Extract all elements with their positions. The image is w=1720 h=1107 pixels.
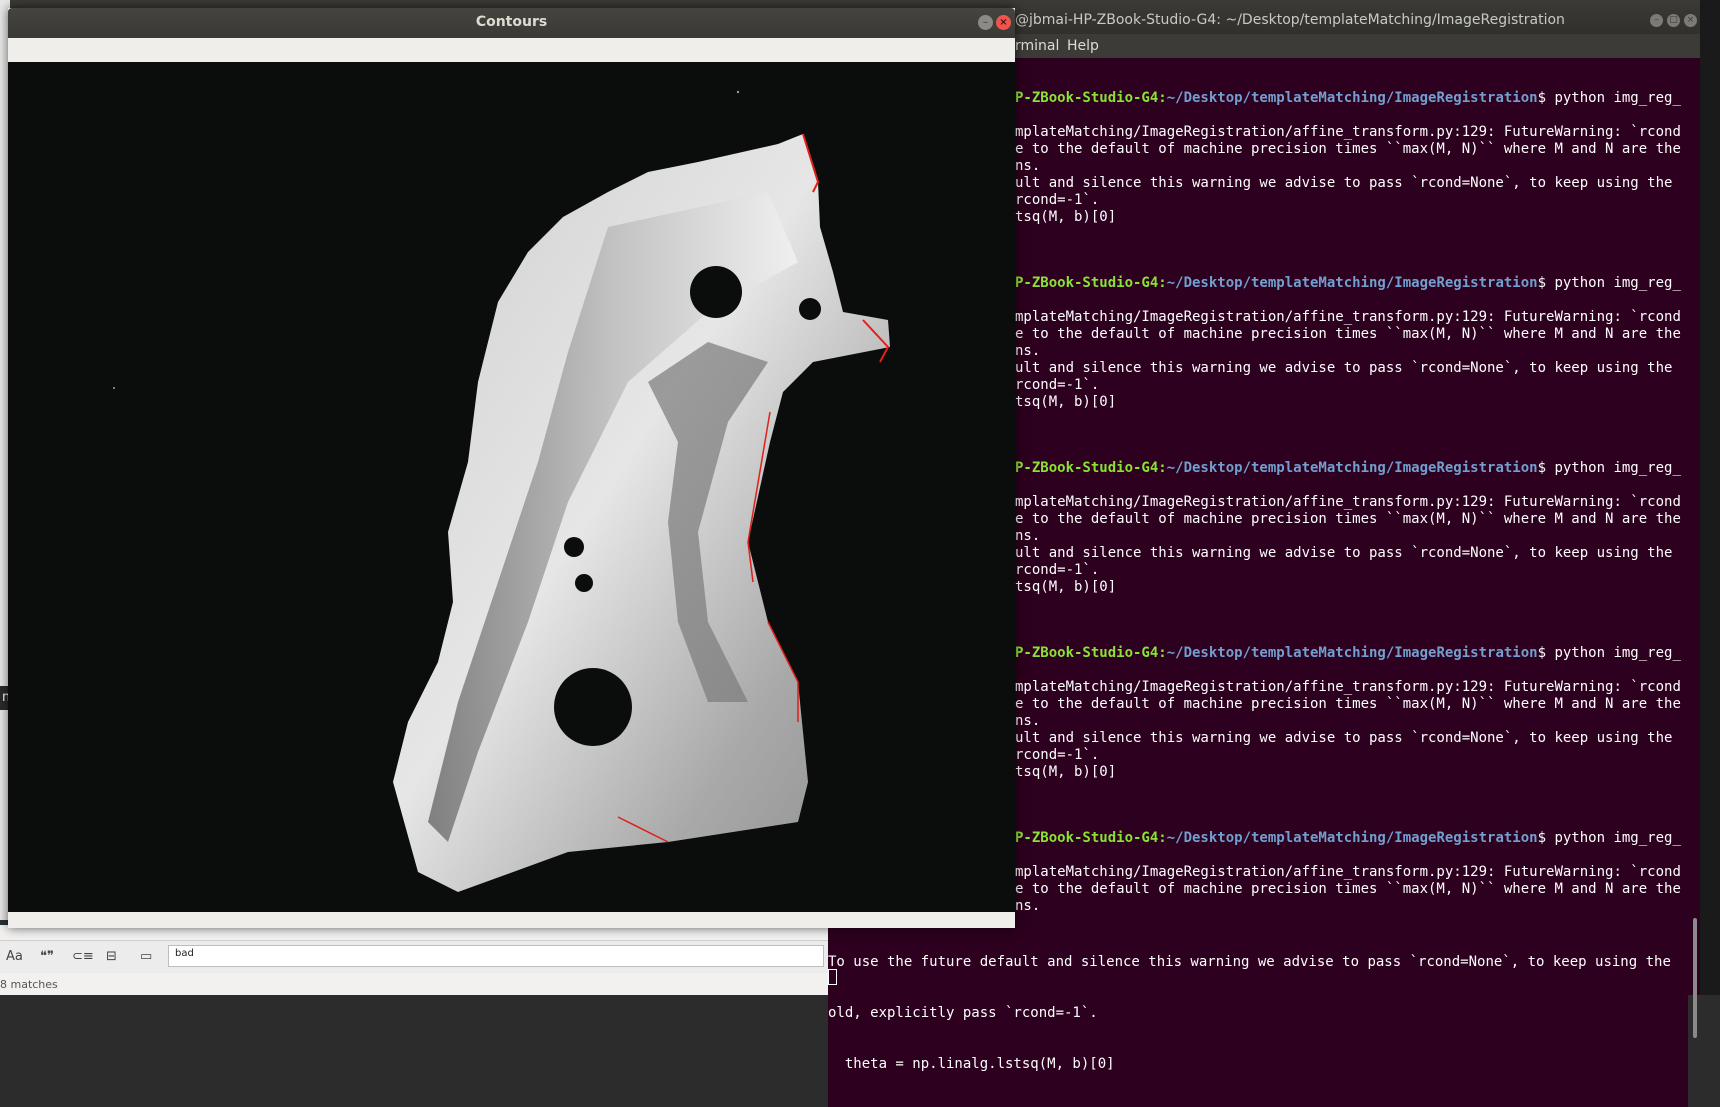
terminal-output[interactable]: P-ZBook-Studio-G4:~/Desktop/templateMatc… (1010, 90, 1690, 995)
terminal-warning-line: tsq(M, b)[0] (1015, 394, 1117, 410)
prompt-path: ~/Desktop/templateMatching/ImageRegistra… (1166, 90, 1538, 106)
terminal-warning-line: rcond=-1`. (1015, 377, 1100, 393)
terminal-warning-line: e to the default of machine precision ti… (1015, 511, 1681, 527)
terminal-prompt-line: P-ZBook-Studio-G4:~/Desktop/templateMatc… (1015, 645, 1681, 662)
prompt-host: P-ZBook-Studio-G4: (1015, 460, 1167, 476)
minimize-icon[interactable]: – (978, 15, 993, 30)
match-case-icon[interactable]: Aa (6, 949, 23, 964)
menu-terminal[interactable]: rminal (1015, 38, 1059, 54)
terminal-command-block: P-ZBook-Studio-G4:~/Desktop/templateMatc… (1015, 90, 1681, 226)
terminal-warning-line: ult and silence this warning we advise t… (1015, 175, 1673, 191)
part-hole (575, 574, 593, 592)
terminal-warning-line: mplateMatching/ImageRegistration/affine_… (1015, 494, 1681, 510)
contours-image (8, 62, 1015, 912)
terminal-warning-line: e to the default of machine precision ti… (1015, 141, 1681, 157)
prompt-host: P-ZBook-Studio-G4: (1015, 90, 1167, 106)
terminal-warning-line: tsq(M, b)[0] (1015, 209, 1117, 225)
terminal-warning-line: rcond=-1`. (1015, 192, 1100, 208)
desktop-edge (1700, 0, 1720, 995)
terminal-line: theta = np.linalg.lstsq(M, b)[0] (828, 1056, 1115, 1072)
terminal-warning-line: ns. (1015, 158, 1041, 174)
terminal-warning-line: e to the default of machine precision ti… (1015, 326, 1681, 342)
highlight-icon[interactable]: ▭ (140, 949, 152, 964)
match-count: 8 matches (0, 978, 58, 991)
terminal-title: @jbmai-HP-ZBook-Studio-G4: ~/Desktop/tem… (1015, 12, 1565, 28)
contours-title: Contours (475, 14, 548, 30)
prompt-command: $ python img_reg_ (1537, 275, 1681, 291)
terminal-warning-line: e to the default of machine precision ti… (1015, 881, 1681, 897)
terminal-warning-line: ult and silence this warning we advise t… (1015, 730, 1673, 746)
scrollbar-thumb[interactable] (1693, 918, 1697, 1038)
terminal-warning-line: ns. (1015, 528, 1041, 544)
terminal-prompt-line: P-ZBook-Studio-G4:~/Desktop/templateMatc… (1015, 830, 1681, 847)
terminal-command-block: P-ZBook-Studio-G4:~/Desktop/templateMatc… (1015, 460, 1681, 596)
prompt-path: ~/Desktop/templateMatching/ImageRegistra… (1166, 645, 1538, 661)
terminal-prompt-line: P-ZBook-Studio-G4:~/Desktop/templateMatc… (1015, 460, 1681, 477)
prompt-path: ~/Desktop/templateMatching/ImageRegistra… (1166, 830, 1538, 846)
terminal-cursor (828, 969, 837, 985)
terminal-scrollbar[interactable] (1690, 58, 1700, 1038)
terminal-warning-line: tsq(M, b)[0] (1015, 579, 1117, 595)
regex-icon[interactable]: ⊂≡ (72, 949, 94, 964)
terminal-warning-line: mplateMatching/ImageRegistration/affine_… (1015, 309, 1681, 325)
close-icon[interactable]: × (996, 15, 1011, 30)
terminal-prompt-line: P-ZBook-Studio-G4:~/Desktop/templateMatc… (1015, 275, 1681, 292)
in-selection-icon[interactable]: ⊟ (106, 949, 117, 964)
terminal-line: old, explicitly pass `rcond=-1`. (828, 1005, 1098, 1021)
contours-statusbar (8, 912, 1015, 928)
terminal-warning-line: ult and silence this warning we advise t… (1015, 360, 1673, 376)
terminal-warning-line: ult and silence this warning we advise t… (1015, 545, 1673, 561)
contours-titlebar[interactable]: Contours – × (8, 8, 1015, 38)
prompt-host: P-ZBook-Studio-G4: (1015, 275, 1167, 291)
prompt-command: $ python img_reg_ (1537, 830, 1681, 846)
prompt-command: $ python img_reg_ (1537, 645, 1681, 661)
terminal-warning-line: mplateMatching/ImageRegistration/affine_… (1015, 864, 1681, 880)
terminal-warning-line: ns. (1015, 713, 1041, 729)
terminal-warning-line: ns. (1015, 898, 1041, 914)
contours-toolbar (8, 38, 1015, 62)
terminal-command-block: P-ZBook-Studio-G4:~/Desktop/templateMatc… (1015, 275, 1681, 411)
terminal-tail-output: To use the future default and silence th… (828, 920, 1688, 1107)
maximize-icon[interactable]: □ (1667, 14, 1680, 27)
terminal-warning-line: ns. (1015, 343, 1041, 359)
whole-word-icon[interactable]: ❝❞ (40, 949, 54, 964)
find-input[interactable]: bad (168, 945, 824, 967)
terminal-warning-line: mplateMatching/ImageRegistration/affine_… (1015, 124, 1681, 140)
terminal-command-block: P-ZBook-Studio-G4:~/Desktop/templateMatc… (1015, 645, 1681, 781)
image-speck (113, 387, 115, 389)
image-speck (736, 90, 740, 94)
part-hole (690, 266, 742, 318)
part-hole (564, 537, 584, 557)
close-icon[interactable]: × (1684, 14, 1697, 27)
metal-part-image (8, 62, 1015, 912)
part-hole (799, 298, 821, 320)
terminal-warning-line: mplateMatching/ImageRegistration/affine_… (1015, 679, 1681, 695)
minimize-icon[interactable]: – (1650, 14, 1663, 27)
terminal-warning-line: rcond=-1`. (1015, 562, 1100, 578)
terminal-line: To use the future default and silence th… (828, 954, 1671, 970)
menu-help[interactable]: Help (1067, 38, 1099, 54)
terminal-warning-line: rcond=-1`. (1015, 747, 1100, 763)
terminal-command-block: P-ZBook-Studio-G4:~/Desktop/templateMatc… (1015, 830, 1681, 915)
terminal-warning-line: tsq(M, b)[0] (1015, 764, 1117, 780)
prompt-path: ~/Desktop/templateMatching/ImageRegistra… (1166, 460, 1538, 476)
prompt-path: ~/Desktop/templateMatching/ImageRegistra… (1166, 275, 1538, 291)
prompt-host: P-ZBook-Studio-G4: (1015, 830, 1167, 846)
terminal-prompt-line: P-ZBook-Studio-G4:~/Desktop/templateMatc… (1015, 90, 1681, 107)
find-bar: Aa ❝❞ ⊂≡ ⊟ ▭ bad (0, 940, 828, 973)
terminal-warning-line: e to the default of machine precision ti… (1015, 696, 1681, 712)
part-hole (554, 668, 632, 746)
contours-window[interactable]: Contours – × (8, 8, 1015, 928)
prompt-command: $ python img_reg_ (1537, 90, 1681, 106)
prompt-host: P-ZBook-Studio-G4: (1015, 645, 1167, 661)
prompt-command: $ python img_reg_ (1537, 460, 1681, 476)
